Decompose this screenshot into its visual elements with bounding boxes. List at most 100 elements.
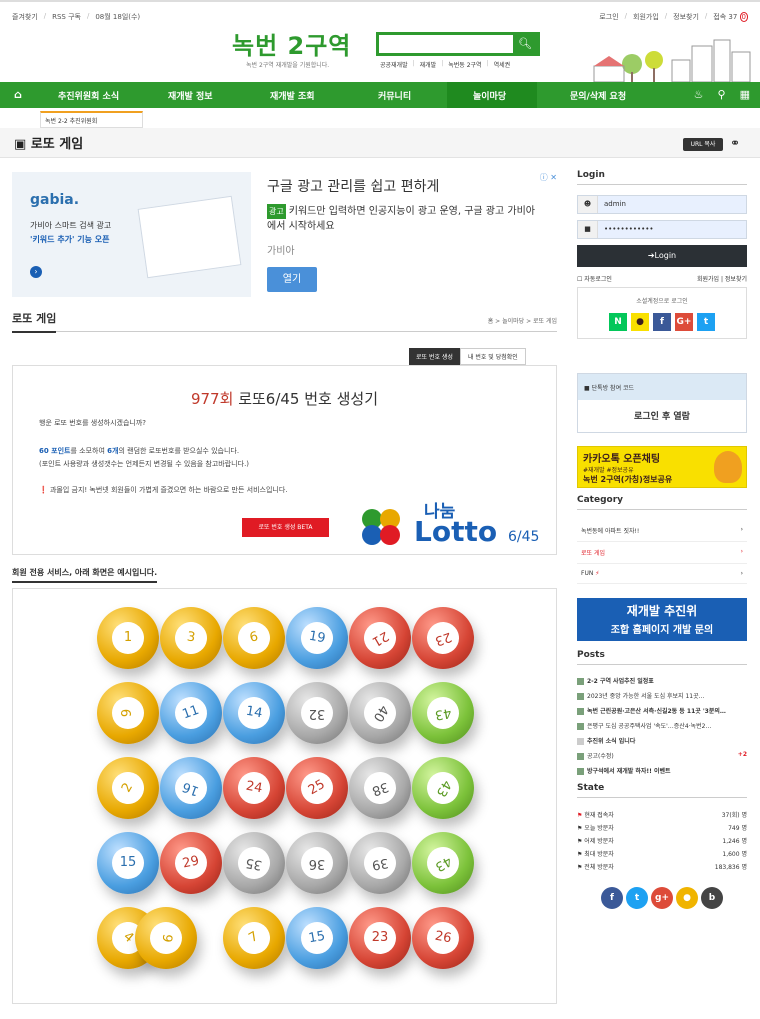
chat-code-body: 로그인 후 열람 bbox=[634, 412, 690, 422]
lotto-ball: 7 bbox=[223, 907, 285, 969]
ad-image[interactable]: gabia. 가비아 스마트 검색 광고 '키워드 추가' 기능 오픈 › bbox=[12, 172, 251, 297]
visitor-link[interactable]: 접속 37 0 bbox=[713, 12, 748, 22]
post-item[interactable]: 녹번 근린공원·고은산 서측·신길2동 등 11곳 '3분의… bbox=[577, 703, 747, 718]
login-link[interactable]: 로그인 bbox=[599, 12, 618, 22]
bookmark-link[interactable]: 즐겨찾기 bbox=[12, 12, 38, 22]
quick-link[interactable]: 재개발 bbox=[420, 60, 437, 69]
state-panel: State ⚑︎ 현재 접속자 37(회) 명 ⚑︎ 오늘 방문자 749 명 ⚑︎… bbox=[577, 783, 747, 909]
ball-number: 23 bbox=[422, 617, 464, 659]
nav-item-play[interactable]: 놀이마당 bbox=[473, 89, 506, 102]
url-copy-button[interactable]: URL 복사 bbox=[683, 138, 723, 151]
ad-source: 가비아 bbox=[267, 246, 295, 257]
google-plus-icon[interactable]: g+ bbox=[651, 887, 673, 909]
member-notice: 회원 전용 서비스, 아래 화면은 예시입니다. bbox=[12, 567, 158, 583]
section-title: 로또 게임 bbox=[12, 310, 57, 333]
ad-badge: 광고 bbox=[267, 204, 286, 219]
ad-brand: gabia. bbox=[30, 192, 80, 208]
post-item[interactable]: 2023년 중앙 가능한 서울 도심 후보지 11곳… bbox=[577, 688, 747, 703]
find-link[interactable]: 정보찾기 bbox=[725, 276, 747, 283]
ad-banner[interactable]: gabia. 가비아 스마트 검색 광고 '키워드 추가' 기능 오픈 › 구글… bbox=[12, 170, 557, 300]
tab-my-numbers[interactable]: 내 번호 및 당첨확인 bbox=[459, 348, 526, 365]
username-field[interactable]: ☻ admin bbox=[577, 195, 747, 214]
twitter-icon[interactable]: t bbox=[697, 313, 715, 331]
breadcrumb[interactable]: 홈 > 놀이마당 > 로또 게임 bbox=[488, 316, 557, 325]
auto-login-checkbox[interactable]: ☐ 자동로그인 bbox=[577, 276, 612, 283]
nav-item-committee[interactable]: 추진위원회 소식 bbox=[58, 89, 119, 102]
lotto-ball: 43 bbox=[412, 757, 474, 819]
grid-menu-icon[interactable]: ▦ bbox=[740, 88, 750, 101]
chat-code-box: ■ 단톡방 참여 코드 로그인 후 열람 bbox=[577, 373, 747, 433]
search-input[interactable]: 🔍︎ bbox=[376, 32, 540, 56]
state-row: ⚑︎ 현재 접속자 37(회) 명 bbox=[577, 812, 747, 819]
ball-number: 9 bbox=[147, 919, 185, 957]
kakao-icon[interactable]: ● bbox=[631, 313, 649, 331]
facebook-icon[interactable]: f bbox=[601, 887, 623, 909]
login-options: ☐ 자동로그인 회원가입 | 정보찾기 bbox=[577, 274, 747, 283]
lotto-ball: 40 bbox=[349, 682, 411, 744]
rss-link[interactable]: RSS 구독 bbox=[52, 12, 81, 22]
title-icon: ▣ bbox=[14, 137, 27, 152]
ball-number: 19 bbox=[298, 619, 336, 657]
kakao-openchat-banner[interactable]: 카카오톡 오픈채팅 #재개발 #정보공유 녹번 2구역(가칭)정보공유 bbox=[577, 446, 747, 488]
post-item[interactable]: 2-2 구역 사업추진 일정표 bbox=[577, 673, 747, 688]
join-link[interactable]: 회원가입 bbox=[633, 12, 659, 22]
login-button[interactable]: ➔Login bbox=[577, 245, 747, 267]
generator-warning: ❗ 과몰입 금지! 녹번넷 회원들이 가볍게 즐겼으면 하는 바람으로 만든 서… bbox=[39, 486, 288, 494]
nav-item-contact[interactable]: 문의/삭제 요청 bbox=[570, 89, 626, 102]
join-find-links: 회원가입 | 정보찾기 bbox=[696, 276, 747, 283]
quick-link[interactable]: 역세권 bbox=[494, 60, 511, 69]
promo-banner[interactable]: 재개발 추진위 조합 홈페이지 개발 문의 bbox=[577, 598, 747, 641]
ad-arrow-icon[interactable]: › bbox=[30, 266, 42, 278]
bell-icon[interactable]: ♨ bbox=[694, 88, 704, 101]
join-link[interactable]: 회원가입 bbox=[697, 276, 719, 283]
generate-button[interactable]: 로또 번호 생성 BETA bbox=[242, 518, 329, 537]
post-item[interactable]: 추진위 소식 입니다 bbox=[577, 733, 747, 748]
category-item[interactable]: FUN ⚡︎ › bbox=[577, 564, 747, 584]
search-icon[interactable]: 🔍︎ bbox=[513, 35, 537, 53]
ball-number: 25 bbox=[295, 766, 339, 810]
post-item[interactable]: 공고(수정) +2 bbox=[577, 748, 747, 763]
post-item[interactable]: 방구석에서 재개발 하자!! 이벤트 bbox=[577, 763, 747, 778]
ad-title[interactable]: 구글 광고 관리를 쉽고 편하게 bbox=[267, 176, 439, 196]
site-logo[interactable]: 녹번 2구역 bbox=[232, 26, 351, 61]
lotto-ball: 9 bbox=[97, 682, 159, 744]
find-link[interactable]: 정보찾기 bbox=[673, 12, 699, 22]
ad-screen-graphic bbox=[137, 195, 242, 279]
twitter-icon[interactable]: t bbox=[626, 887, 648, 909]
quick-link[interactable]: 공공재개발 bbox=[380, 60, 408, 69]
kakao-character-icon bbox=[714, 451, 742, 483]
ad-open-button[interactable]: 열기 bbox=[267, 267, 317, 292]
facebook-icon[interactable]: f bbox=[653, 313, 671, 331]
tab-generate[interactable]: 로또 번호 생성 bbox=[409, 348, 460, 365]
lotto-ball: 15 bbox=[286, 907, 348, 969]
submenu-dropdown[interactable]: 녹번 2-2 추진위원회 bbox=[40, 111, 143, 128]
login-title: Login bbox=[577, 170, 747, 185]
nav-item-community[interactable]: 커뮤니티 bbox=[378, 89, 411, 102]
lotto-clover-icon bbox=[362, 509, 400, 545]
ball-number: 7 bbox=[232, 916, 276, 960]
ball-number: 11 bbox=[170, 692, 212, 734]
category-item[interactable]: 녹번동에 아파트 짓자!! › bbox=[577, 520, 747, 542]
band-icon[interactable]: b bbox=[701, 887, 723, 909]
social-title: 소셜계정으로 로그인 bbox=[636, 298, 688, 305]
notify-badge: 0 bbox=[739, 12, 748, 22]
nav-item-lookup[interactable]: 재개발 조회 bbox=[270, 89, 315, 102]
home-icon[interactable]: ⌂ bbox=[14, 88, 22, 101]
ball-number: 16 bbox=[170, 767, 212, 809]
chat-code-title: ■ 단톡방 참여 코드 bbox=[578, 374, 746, 400]
nav-item-info[interactable]: 재개발 정보 bbox=[168, 89, 213, 102]
ad-choices-icon[interactable]: ⓘ ✕ bbox=[540, 172, 557, 183]
lotto-ball: 9 bbox=[135, 907, 197, 969]
link-icon[interactable]: ⚭ bbox=[730, 136, 740, 150]
generator-desc: 60 포인트를 소모하여 6개의 랜덤한 로또번호를 받으실수 있습니다. bbox=[39, 447, 240, 455]
password-field[interactable]: ■ •••••••••••• bbox=[577, 220, 747, 239]
google-plus-icon[interactable]: G+ bbox=[675, 313, 693, 331]
top-bar: 즐겨찾기 / RSS 구독/ 08월 18일(수) 로그인 / 회원가입 / 정보찾기… bbox=[0, 0, 760, 30]
kakaostory-icon[interactable]: ● bbox=[676, 887, 698, 909]
category-item[interactable]: 로또 게임 › bbox=[577, 542, 747, 564]
search-icon[interactable]: ⚲ bbox=[718, 88, 726, 101]
naver-icon[interactable]: N bbox=[609, 313, 627, 331]
post-item[interactable]: 은평구 도심 공공주택사업 '속도'…증산4·녹번2… bbox=[577, 718, 747, 733]
quick-link[interactable]: 녹번동 2구역 bbox=[448, 60, 481, 69]
lotto-ball: 38 bbox=[349, 757, 411, 819]
